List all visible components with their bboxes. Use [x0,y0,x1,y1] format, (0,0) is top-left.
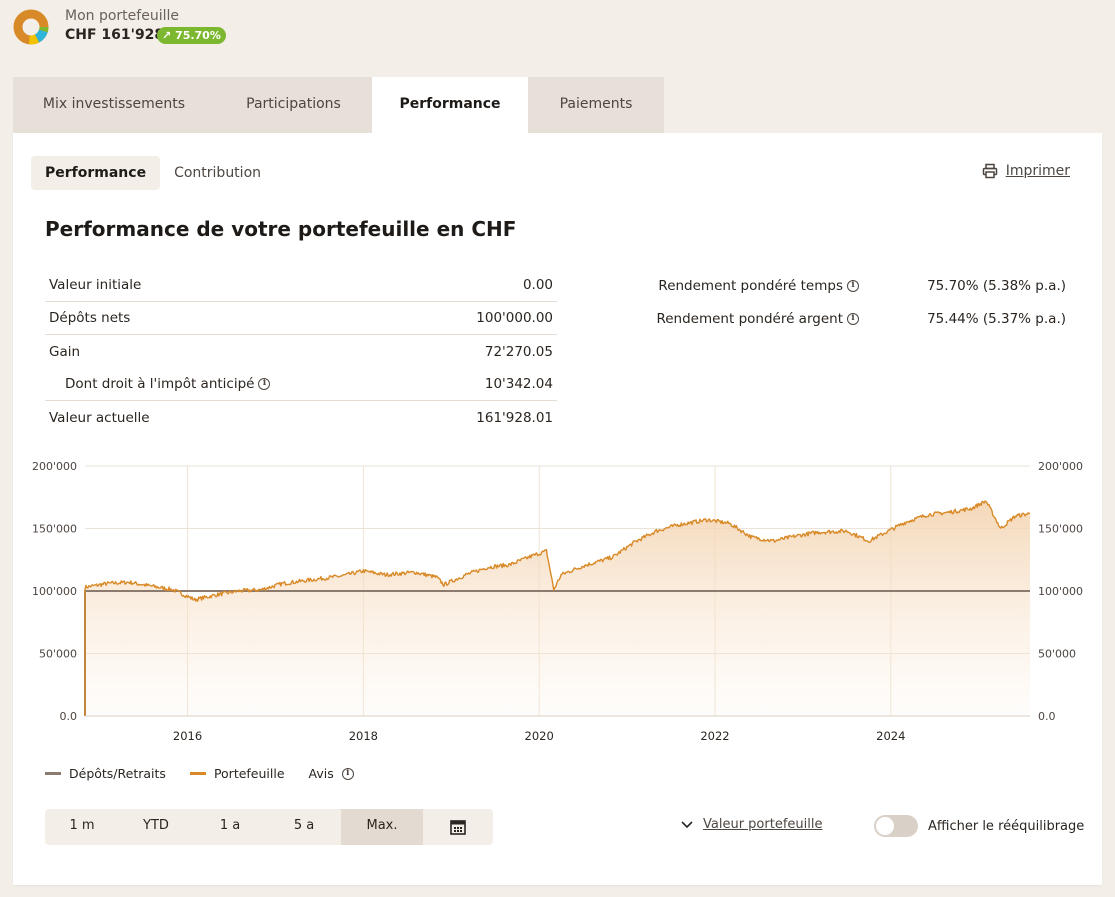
stat-label: Gain [49,343,81,360]
stat-row: Valeur actuelle 161'928.01 [45,401,557,434]
calendar-icon [450,819,466,835]
x-tick-label: 2018 [349,729,378,743]
stat-row: Gain 72'270.05 [45,335,557,368]
info-icon[interactable]: i [258,378,271,390]
legend-swatch-portfolio [189,772,206,775]
stat-value: 0.00 [522,277,553,293]
portfolio-donut-icon [13,9,49,45]
range-5a-button[interactable]: 5 a [267,809,341,845]
return-row: Rendement pondéré argent i 75.44% (5.37%… [653,302,1073,335]
y-tick-label-right: 200'000 [1038,460,1083,473]
page-title: Performance de votre portefeuille en CHF [45,217,517,241]
info-icon[interactable]: i [847,279,859,292]
x-tick-label: 2024 [876,729,905,743]
print-button[interactable]: Imprimer [982,163,1070,179]
range-max-button[interactable]: Max. [341,809,423,845]
rebalance-label: Afficher le rééquilibrage [928,818,1085,834]
value-type-label: Valeur portefeuille [703,817,823,832]
stat-row: Dépôts nets 100'000.00 [45,302,557,335]
legend-item-deposits[interactable]: Dépôts/Retraits [45,766,166,781]
tab-paiements[interactable]: Paiements [528,77,664,133]
return-row: Rendement pondéré temps i 75.70% (5.38% … [653,269,1073,302]
legend-label: Portefeuille [213,766,285,781]
stat-value: 10'342.04 [484,376,553,392]
performance-badge: ↗ 75.70% [157,27,226,44]
y-tick-label-right: 0.0 [1038,710,1056,723]
main-tabs: Mix investissements Participations Perfo… [13,77,664,133]
y-tick-label-left: 100'000 [32,585,77,598]
stat-value: 100'000.00 [476,310,553,326]
y-tick-label-left: 200'000 [32,460,77,473]
portfolio-value: CHF 161'928 [65,27,165,43]
chart-legend: Dépôts/Retraits Portefeuille Avis i [45,766,354,781]
portfolio-title: Mon portefeuille [65,8,179,24]
rebalance-toggle-group: Afficher le rééquilibrage [874,815,1084,837]
return-label-with-info: Rendement pondéré argent i [653,311,859,327]
y-tick-label-right: 100'000 [1038,585,1083,598]
printer-icon [982,163,997,179]
legend-swatch-deposits [45,772,61,775]
y-tick-label-left: 0.0 [60,710,78,723]
y-tick-label-left: 150'000 [32,523,77,536]
return-label-with-info: Rendement pondéré temps i [653,278,859,294]
legend-item-notice[interactable]: Avis i [309,766,354,781]
stat-label-with-info: Dont droit à l'impôt anticipé i [49,376,271,392]
y-tick-label-right: 150'000 [1038,523,1083,536]
return-label: Rendement pondéré temps [658,277,843,294]
stat-value: 161'928.01 [476,409,553,426]
calendar-button[interactable] [423,809,493,845]
y-tick-label-left: 50'000 [39,648,77,661]
stat-row: Dont droit à l'impôt anticipé i 10'342.0… [45,368,557,401]
subtab-contribution[interactable]: Contribution [160,156,275,190]
info-icon[interactable]: i [341,767,354,780]
range-ytd-button[interactable]: YTD [119,809,193,845]
tab-performance[interactable]: Performance [372,77,528,133]
stat-row: Valeur initiale 0.00 [45,269,557,302]
tab-mix-investissements[interactable]: Mix investissements [13,77,215,133]
time-range-selector: 1 m YTD 1 a 5 a Max. [45,809,493,845]
stat-label: Dont droit à l'impôt anticipé [65,376,255,392]
print-label: Imprimer [1005,163,1070,179]
rebalance-toggle[interactable] [874,815,918,837]
x-tick-label: 2022 [700,729,729,743]
value-type-dropdown[interactable]: Valeur portefeuille [681,817,822,832]
subtabs: Performance Contribution [31,156,275,190]
tab-participations[interactable]: Participations [215,77,372,133]
legend-label: Dépôts/Retraits [69,766,166,781]
stat-label: Valeur actuelle [49,409,150,426]
portfolio-area [85,501,1030,716]
chevron-down-icon [681,820,693,828]
y-tick-label-right: 50'000 [1038,648,1076,661]
range-1a-button[interactable]: 1 a [193,809,267,845]
range-1m-button[interactable]: 1 m [45,809,119,845]
stats-table: Valeur initiale 0.00 Dépôts nets 100'000… [45,269,557,434]
info-icon[interactable]: i [847,312,859,325]
stat-label: Valeur initiale [49,277,142,293]
return-value: 75.44% (5.37% p.a.) [927,310,1066,327]
x-tick-label: 2020 [525,729,554,743]
stat-value: 72'270.05 [484,343,553,360]
portfolio-header: Mon portefeuille CHF 161'928 ↗ 75.70% [0,0,1115,60]
return-label: Rendement pondéré argent [656,310,843,327]
performance-chart: 0.0 0.0 50'000 50'000 100'000 100'000 150'000 1… [13,455,1102,755]
performance-card: Performance Contribution Imprimer Perfor… [13,133,1102,885]
legend-item-portfolio[interactable]: Portefeuille [189,766,285,781]
x-tick-label: 2016 [173,729,202,743]
returns-table: Rendement pondéré temps i 75.70% (5.38% … [653,269,1073,335]
stat-label: Dépôts nets [49,310,131,326]
subtab-performance[interactable]: Performance [31,156,161,190]
performance-chart-svg: 0.0 0.0 50'000 50'000 100'000 100'000 150'000 1… [32,460,1083,743]
return-value: 75.70% (5.38% p.a.) [927,277,1066,294]
legend-label: Avis [308,766,334,781]
